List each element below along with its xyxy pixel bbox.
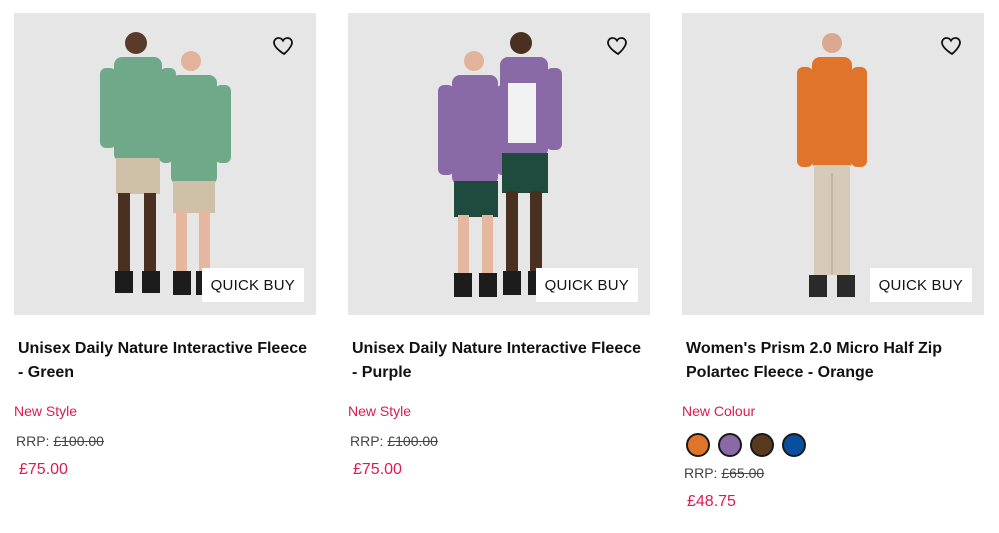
rrp-value: £100.00 <box>53 433 104 449</box>
rrp-price: RRP: £100.00 <box>350 433 650 449</box>
product-image[interactable]: QUICK BUY <box>14 13 316 315</box>
product-card[interactable]: QUICK BUY Women's Prism 2.0 Micro Half Z… <box>682 13 984 511</box>
new-colour-badge: New Colour <box>682 403 756 419</box>
rrp-label: RRP: <box>16 433 50 449</box>
swatch-blue[interactable] <box>782 433 806 457</box>
swatch-orange[interactable] <box>686 433 710 457</box>
product-title[interactable]: Unisex Daily Nature Interactive Fleece -… <box>18 337 308 385</box>
heart-outline-icon[interactable] <box>272 33 296 57</box>
new-style-badge: New Style <box>348 403 412 419</box>
rrp-value: £65.00 <box>721 465 765 481</box>
sale-price: £75.00 <box>353 461 402 478</box>
product-card[interactable]: QUICK BUY Unisex Daily Nature Interactiv… <box>14 13 316 479</box>
new-style-badge: New Style <box>14 403 78 419</box>
rrp-label: RRP: <box>684 465 718 481</box>
product-image[interactable]: QUICK BUY <box>348 13 650 315</box>
product-title[interactable]: Unisex Daily Nature Interactive Fleece -… <box>352 337 642 385</box>
sale-price: £75.00 <box>19 461 68 478</box>
rrp-label: RRP: <box>350 433 384 449</box>
quick-buy-button[interactable]: QUICK BUY <box>535 268 638 302</box>
rrp-price: RRP: £100.00 <box>16 433 316 449</box>
heart-outline-icon[interactable] <box>940 33 964 57</box>
swatch-brown[interactable] <box>750 433 774 457</box>
product-title[interactable]: Women's Prism 2.0 Micro Half Zip Polarte… <box>686 337 976 385</box>
swatch-purple[interactable] <box>718 433 742 457</box>
rrp-price: RRP: £65.00 <box>684 465 984 481</box>
product-card[interactable]: QUICK BUY Unisex Daily Nature Interactiv… <box>348 13 650 479</box>
colour-swatches <box>686 433 984 457</box>
rrp-value: £100.00 <box>387 433 438 449</box>
sale-price: £48.75 <box>687 493 736 510</box>
quick-buy-button[interactable]: QUICK BUY <box>869 268 972 302</box>
quick-buy-button[interactable]: QUICK BUY <box>201 268 304 302</box>
product-image[interactable]: QUICK BUY <box>682 13 984 315</box>
heart-outline-icon[interactable] <box>606 33 630 57</box>
